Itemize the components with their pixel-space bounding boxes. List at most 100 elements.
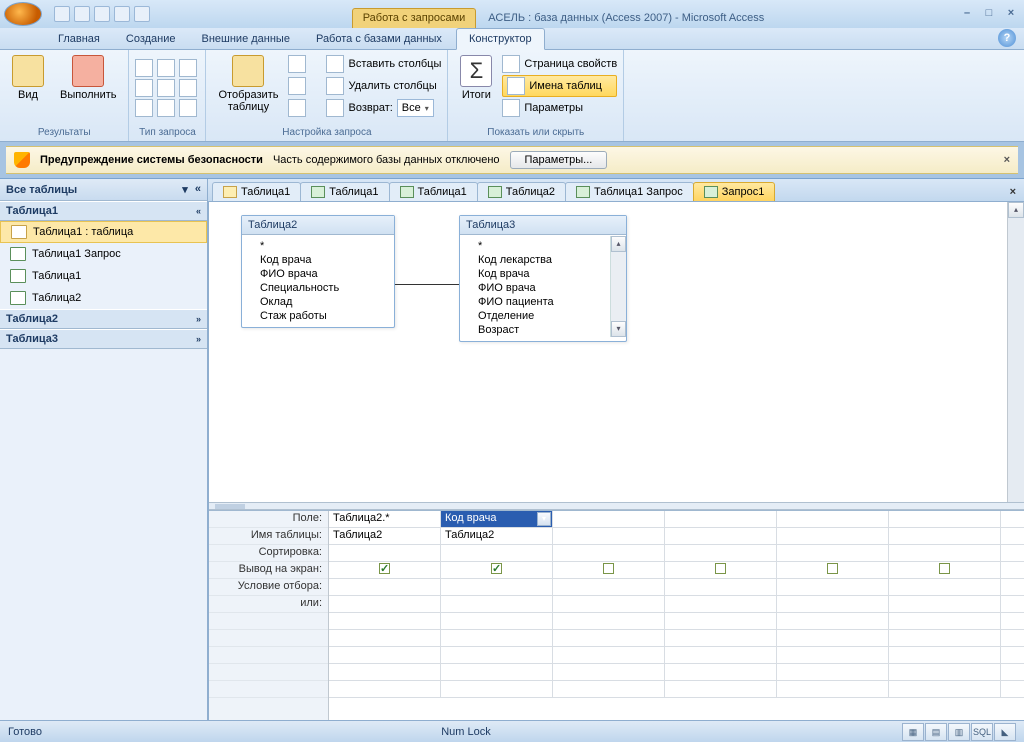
nav-group-header[interactable]: Таблица2»: [0, 309, 207, 329]
qbe-cell[interactable]: [665, 630, 777, 646]
table-scrollbar[interactable]: ▴▾: [610, 236, 626, 337]
qbe-cell[interactable]: [553, 511, 665, 527]
qbe-cell[interactable]: [329, 630, 441, 646]
document-tab[interactable]: Таблица1: [389, 182, 478, 201]
restore-button[interactable]: □: [980, 7, 998, 21]
insert-rows-icon[interactable]: [288, 55, 306, 73]
qbe-cell[interactable]: [553, 681, 665, 697]
scroll-up-button[interactable]: ▴: [1008, 202, 1024, 218]
document-tab[interactable]: Таблица2: [477, 182, 566, 201]
table-field[interactable]: Код врача: [460, 267, 626, 281]
nav-header[interactable]: Все таблицы ▾ «: [0, 179, 207, 201]
qbe-cell[interactable]: [329, 545, 441, 561]
table-field[interactable]: ФИО врача: [460, 281, 626, 295]
table-field[interactable]: Специальность: [242, 281, 394, 295]
qbe-cell[interactable]: Таблица2.*: [329, 511, 441, 527]
qbe-cell[interactable]: [777, 681, 889, 697]
qbe-cell[interactable]: [665, 562, 777, 578]
open-icon[interactable]: [114, 6, 130, 22]
qbe-cell[interactable]: Таблица2: [329, 528, 441, 544]
qbe-cell[interactable]: [889, 647, 1001, 663]
qbe-cell[interactable]: Код врача▾: [441, 511, 553, 527]
nav-group-header[interactable]: Таблица3»: [0, 329, 207, 349]
show-table-button[interactable]: Отобразить таблицу: [212, 53, 284, 115]
qbe-cell[interactable]: [553, 579, 665, 595]
qbe-cell[interactable]: [889, 562, 1001, 578]
qbe-cell[interactable]: [329, 579, 441, 595]
builder-icon[interactable]: [288, 99, 306, 117]
table-box-header[interactable]: Таблица3: [460, 216, 626, 235]
document-close-button[interactable]: ×: [1002, 183, 1024, 201]
table-field[interactable]: Отделение: [460, 309, 626, 323]
tab-home[interactable]: Главная: [46, 29, 112, 49]
qbe-cell[interactable]: [441, 596, 553, 612]
qbe-cell[interactable]: [777, 647, 889, 663]
run-button[interactable]: Выполнить: [54, 53, 122, 103]
qbe-cell[interactable]: [777, 562, 889, 578]
qbe-columns[interactable]: Таблица2.*Код врача▾Таблица2Таблица2: [329, 511, 1024, 720]
qbe-cell[interactable]: [665, 681, 777, 697]
qbe-cell[interactable]: [329, 613, 441, 629]
nav-item[interactable]: Таблица2: [0, 287, 207, 309]
table-box[interactable]: Таблица2*Код врачаФИО врачаСпециальность…: [241, 215, 395, 328]
qbe-cell[interactable]: [665, 545, 777, 561]
document-tab[interactable]: Таблица1: [212, 182, 301, 201]
table-field[interactable]: ФИО врача: [242, 267, 394, 281]
diagram-scrollbar[interactable]: ▴: [1007, 202, 1024, 502]
qbe-cell[interactable]: [777, 545, 889, 561]
qbe-cell[interactable]: [553, 630, 665, 646]
table-field[interactable]: Код лекарства: [460, 253, 626, 267]
qbe-cell[interactable]: [329, 596, 441, 612]
table-field[interactable]: Код врача: [242, 253, 394, 267]
nav-collapse-icon[interactable]: «: [195, 183, 201, 196]
qbe-cell[interactable]: [777, 511, 889, 527]
qbe-cell[interactable]: [665, 528, 777, 544]
qbe-cell[interactable]: [441, 630, 553, 646]
qbe-cell[interactable]: [553, 562, 665, 578]
close-button[interactable]: ×: [1002, 7, 1020, 21]
data-def-icon[interactable]: [179, 99, 197, 117]
nav-item[interactable]: Таблица1 : таблица: [0, 221, 207, 243]
qbe-cell[interactable]: [441, 545, 553, 561]
qbe-cell[interactable]: [441, 579, 553, 595]
qbe-cell[interactable]: [889, 596, 1001, 612]
qbe-cell[interactable]: [665, 596, 777, 612]
splitter[interactable]: [209, 502, 1024, 510]
qbe-cell[interactable]: [889, 664, 1001, 680]
show-checkbox[interactable]: [827, 563, 838, 574]
crosstab-icon[interactable]: [157, 79, 175, 97]
qbe-cell[interactable]: [665, 647, 777, 663]
qbe-cell[interactable]: [665, 664, 777, 680]
tab-create[interactable]: Создание: [114, 29, 188, 49]
qbe-cell[interactable]: [553, 596, 665, 612]
table-field[interactable]: Возраст: [460, 323, 626, 337]
qbe-cell[interactable]: [889, 545, 1001, 561]
property-sheet-button[interactable]: Страница свойств: [502, 53, 617, 75]
delete-query-icon[interactable]: [179, 79, 197, 97]
update-icon[interactable]: [135, 79, 153, 97]
office-button[interactable]: [4, 2, 42, 26]
table-names-button[interactable]: Имена таблиц: [502, 75, 617, 97]
qbe-cell[interactable]: [329, 647, 441, 663]
qbe-cell[interactable]: [441, 647, 553, 663]
new-icon[interactable]: [134, 6, 150, 22]
qbe-cell[interactable]: [441, 562, 553, 578]
make-table-icon[interactable]: [157, 59, 175, 77]
nav-menu-icon[interactable]: ▾: [182, 183, 188, 196]
qbe-cell[interactable]: [777, 579, 889, 595]
design-view-button[interactable]: ◣: [994, 723, 1016, 741]
qbe-cell[interactable]: [329, 681, 441, 697]
tab-design[interactable]: Конструктор: [456, 28, 545, 50]
totals-button[interactable]: ΣИтоги: [454, 53, 498, 103]
tab-external-data[interactable]: Внешние данные: [190, 29, 302, 49]
append-icon[interactable]: [179, 59, 197, 77]
document-tab[interactable]: Запрос1: [693, 182, 776, 201]
qbe-cell[interactable]: [889, 579, 1001, 595]
qbe-cell[interactable]: [889, 630, 1001, 646]
qbe-cell[interactable]: [777, 630, 889, 646]
redo-icon[interactable]: [94, 6, 110, 22]
qbe-cell[interactable]: [889, 528, 1001, 544]
minimize-button[interactable]: –: [958, 7, 976, 21]
show-checkbox[interactable]: [379, 563, 390, 574]
security-close-button[interactable]: ×: [1004, 154, 1010, 166]
